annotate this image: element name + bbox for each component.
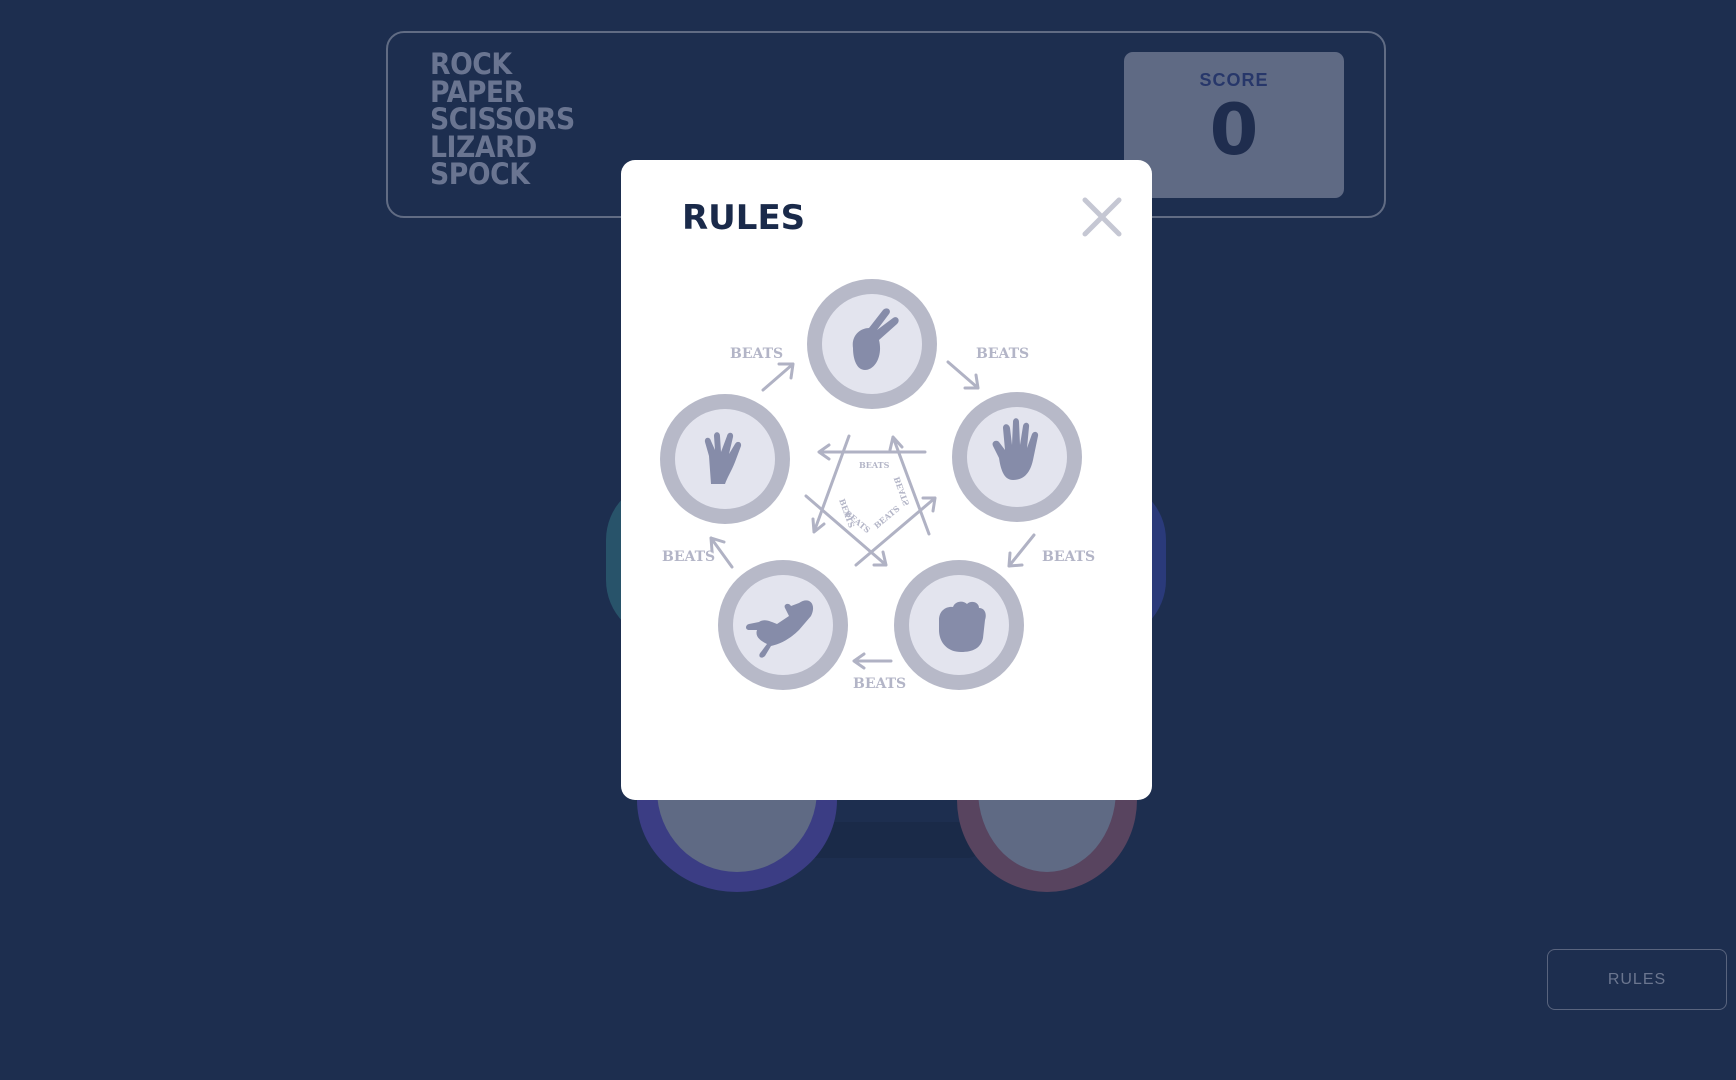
rock-token xyxy=(894,560,1024,690)
rock-icon xyxy=(939,601,986,652)
rules-button[interactable]: RULES xyxy=(1547,949,1727,1010)
spock-token xyxy=(660,394,790,524)
logo-line-spock: SPOCK xyxy=(430,157,530,191)
beats-label-scissors-paper: BEATS xyxy=(976,346,1029,362)
rules-diagram: BEATS BEATS BEATS BEATS BEATS BEATS BEAT… xyxy=(660,279,1095,692)
rules-modal: RULES BEATS BEATS BEATS BEATS BEATS BEAT… xyxy=(621,160,1152,800)
inner-star-arrows xyxy=(804,434,937,567)
paper-token xyxy=(952,392,1082,522)
game-logo: ROCK PAPER SCISSORS LIZARD SPOCK xyxy=(430,50,587,191)
beats-label-inner-top: BEATS xyxy=(859,460,890,470)
beats-label-rock-lizard: BEATS xyxy=(853,676,906,692)
beats-label-lizard-spock: BEATS xyxy=(662,549,715,565)
beats-label-spock-scissors: BEATS xyxy=(730,346,783,362)
lizard-token xyxy=(718,560,848,690)
score-box: SCORE 0 xyxy=(1124,52,1344,198)
beats-label-inner-bottom-right: BEATS xyxy=(872,503,902,530)
score-label: SCORE xyxy=(1199,70,1269,90)
beats-label-paper-rock: BEATS xyxy=(1042,549,1095,565)
scissors-token xyxy=(807,279,937,409)
score-value: 0 xyxy=(1209,89,1259,171)
